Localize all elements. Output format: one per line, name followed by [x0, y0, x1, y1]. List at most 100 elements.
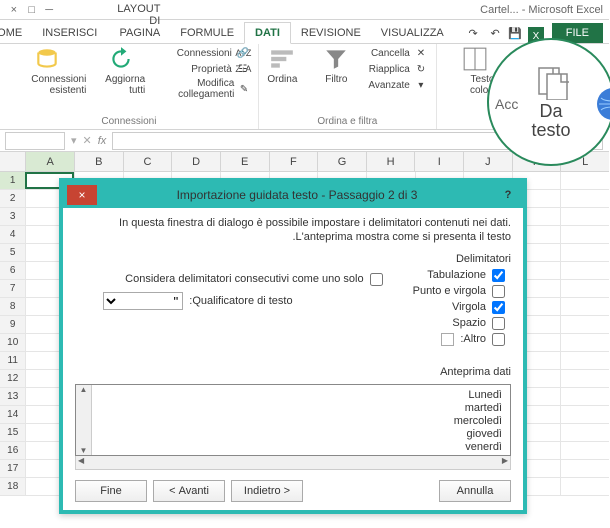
row-header[interactable]: 16 [0, 442, 26, 459]
next-button[interactable]: Avanti > [154, 480, 226, 502]
row-header[interactable]: 2 [0, 190, 26, 207]
dialog-close-button[interactable]: × [68, 185, 98, 205]
preview-vscroll[interactable]: ▲▼ [77, 385, 93, 455]
modifica-button[interactable]: ✎Modifica collegamenti [156, 78, 251, 100]
cell[interactable] [561, 316, 610, 333]
connessioni-esistenti-button[interactable]: Connessioni esistenti [9, 46, 87, 96]
filtro-button[interactable]: Filtro [315, 46, 359, 85]
col-F[interactable]: F [270, 152, 319, 171]
cancel-button[interactable]: Annulla [440, 480, 512, 502]
row-header[interactable]: 4 [0, 226, 26, 243]
cell[interactable] [561, 478, 610, 495]
col-G[interactable]: G [318, 152, 367, 171]
select-all-corner[interactable] [0, 152, 26, 171]
aggiorna-button[interactable]: Aggiorna tutti [97, 46, 146, 96]
cell[interactable] [561, 334, 610, 351]
row-header[interactable]: 6 [0, 262, 26, 279]
avanzate-button[interactable]: ▾Avanzate [369, 78, 429, 92]
col-E[interactable]: E [221, 152, 270, 171]
col-A[interactable]: A [26, 152, 75, 171]
riapplica-button[interactable]: ↻Riapplica [369, 62, 429, 76]
col-J[interactable]: J [464, 152, 513, 171]
qualifier-select[interactable]: " [104, 292, 184, 310]
cell[interactable] [561, 208, 610, 225]
delim-semicolon[interactable]: Punto e virgola [414, 285, 506, 298]
row-header[interactable]: 1 [0, 172, 26, 189]
cell[interactable] [561, 424, 610, 441]
row-header[interactable]: 13 [0, 388, 26, 405]
row-header[interactable]: 12 [0, 370, 26, 387]
finish-button[interactable]: Fine [76, 480, 148, 502]
tab-dati[interactable]: DATI [245, 22, 292, 44]
col-B[interactable]: B [75, 152, 124, 171]
proprieta-button[interactable]: ☷Proprietà [156, 62, 251, 76]
ordina-button[interactable]: Ordina [261, 46, 305, 85]
undo-icon[interactable]: ↶ [485, 27, 501, 43]
row-header[interactable]: 10 [0, 334, 26, 351]
delim-tab[interactable]: Tabulazione [414, 269, 506, 282]
delim-other[interactable]: Altro: [414, 333, 506, 346]
tab-visualizza[interactable]: VISUALIZZA [372, 23, 455, 43]
back-button[interactable]: < Indietro [232, 480, 304, 502]
cell[interactable] [561, 298, 610, 315]
maximize-icon[interactable]: □ [24, 4, 36, 16]
redo-icon[interactable]: ↷ [463, 27, 479, 43]
tab-home[interactable]: HOME [0, 23, 33, 43]
delim-comma[interactable]: Virgola [414, 301, 506, 314]
col-H[interactable]: H [367, 152, 416, 171]
row-header[interactable]: 11 [0, 352, 26, 369]
dialog-help-button[interactable]: ? [498, 189, 520, 201]
cancella-button[interactable]: ✕Cancella [369, 46, 429, 60]
fx-cancel-icon[interactable]: ✕ [84, 134, 93, 147]
cell[interactable] [561, 262, 610, 279]
tab-layout[interactable]: LAYOUT DI PAGINA [108, 0, 171, 43]
delim-other-checkbox[interactable] [493, 333, 506, 346]
fx-label[interactable]: fx [99, 135, 108, 147]
tab-formule[interactable]: FORMULE [171, 23, 245, 43]
tab-revisione[interactable]: REVISIONE [292, 23, 372, 43]
row-header[interactable]: 15 [0, 424, 26, 441]
cell[interactable] [561, 190, 610, 207]
scroll-left-icon[interactable]: ◀ [79, 456, 85, 469]
cell[interactable] [561, 460, 610, 477]
cell[interactable] [561, 352, 610, 369]
scroll-up-icon[interactable]: ▲ [81, 385, 89, 394]
delim-space-checkbox[interactable] [493, 317, 506, 330]
cell[interactable] [561, 226, 610, 243]
row-header[interactable]: 14 [0, 406, 26, 423]
col-C[interactable]: C [124, 152, 173, 171]
delim-other-input[interactable] [442, 333, 455, 346]
tab-inserisci[interactable]: INSERISCI [33, 23, 108, 43]
cell[interactable] [561, 280, 610, 297]
cell[interactable] [561, 370, 610, 387]
minimize-icon[interactable]: ─ [42, 4, 54, 16]
delim-comma-checkbox[interactable] [493, 301, 506, 314]
scroll-down-icon[interactable]: ▼ [81, 446, 89, 455]
cell[interactable] [561, 388, 610, 405]
from-text-icon[interactable] [534, 64, 570, 100]
cell[interactable] [561, 172, 610, 189]
cell[interactable] [561, 244, 610, 261]
cell[interactable] [561, 406, 610, 423]
row-header[interactable]: 18 [0, 478, 26, 495]
row-header[interactable]: 3 [0, 208, 26, 225]
scroll-right-icon[interactable]: ▶ [503, 456, 509, 469]
save-icon[interactable]: 💾 [507, 27, 523, 43]
close-icon[interactable]: × [6, 4, 18, 16]
delim-space[interactable]: Spazio [414, 317, 506, 330]
delim-tab-checkbox[interactable] [493, 269, 506, 282]
cell[interactable] [561, 442, 610, 459]
row-header[interactable]: 5 [0, 244, 26, 261]
connessioni-button[interactable]: 🔗Connessioni [156, 46, 251, 60]
row-header[interactable]: 8 [0, 298, 26, 315]
row-header[interactable]: 17 [0, 460, 26, 477]
fx-dropdown-icon[interactable]: ▾ [72, 134, 78, 147]
consecutive-checkbox[interactable] [371, 273, 384, 286]
col-I[interactable]: I [415, 152, 464, 171]
consecutive-checkbox-row[interactable]: Considera delimitatori consecutivi come … [104, 273, 383, 286]
name-box[interactable] [6, 132, 66, 150]
delim-semicolon-checkbox[interactable] [493, 285, 506, 298]
preview-hscroll[interactable]: ▶◀ [76, 456, 512, 470]
row-header[interactable]: 9 [0, 316, 26, 333]
row-header[interactable]: 7 [0, 280, 26, 297]
